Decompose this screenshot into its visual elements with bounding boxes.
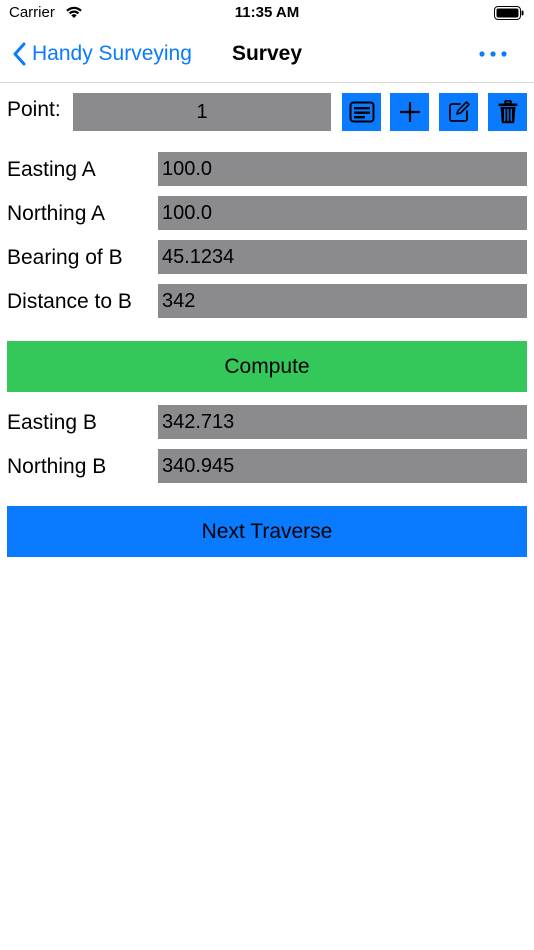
plus-icon [399, 102, 420, 122]
bearing-b-label: Bearing of B [7, 246, 123, 269]
status-time: 11:35 AM [234, 4, 300, 21]
easting-b-field[interactable] [158, 405, 527, 439]
distance-b-label: Distance to B [7, 290, 132, 313]
list-button[interactable] [342, 93, 381, 131]
add-button[interactable] [390, 93, 429, 131]
northing-b-label: Northing B [7, 455, 107, 478]
trash-icon [498, 100, 517, 124]
easting-b-label: Easting B [7, 411, 97, 434]
delete-button[interactable] [488, 93, 527, 131]
point-input[interactable] [73, 93, 331, 131]
point-label: Point: [7, 98, 61, 121]
edit-icon [448, 101, 470, 122]
list-icon [349, 101, 374, 123]
nav-divider [0, 82, 534, 83]
next-traverse-button[interactable]: Next Traverse [7, 506, 527, 557]
easting-a-label: Easting A [7, 158, 96, 181]
compute-button[interactable]: Compute [7, 341, 527, 392]
page-title: Survey [231, 42, 303, 65]
easting-a-input[interactable] [158, 152, 527, 186]
northing-b-field[interactable] [158, 449, 527, 483]
battery-icon [494, 6, 524, 20]
more-icon[interactable] [478, 48, 508, 60]
bearing-b-input[interactable] [158, 240, 527, 274]
distance-b-input[interactable] [158, 284, 527, 318]
northing-a-input[interactable] [158, 196, 527, 230]
edit-button[interactable] [439, 93, 478, 131]
northing-a-label: Northing A [7, 202, 106, 225]
